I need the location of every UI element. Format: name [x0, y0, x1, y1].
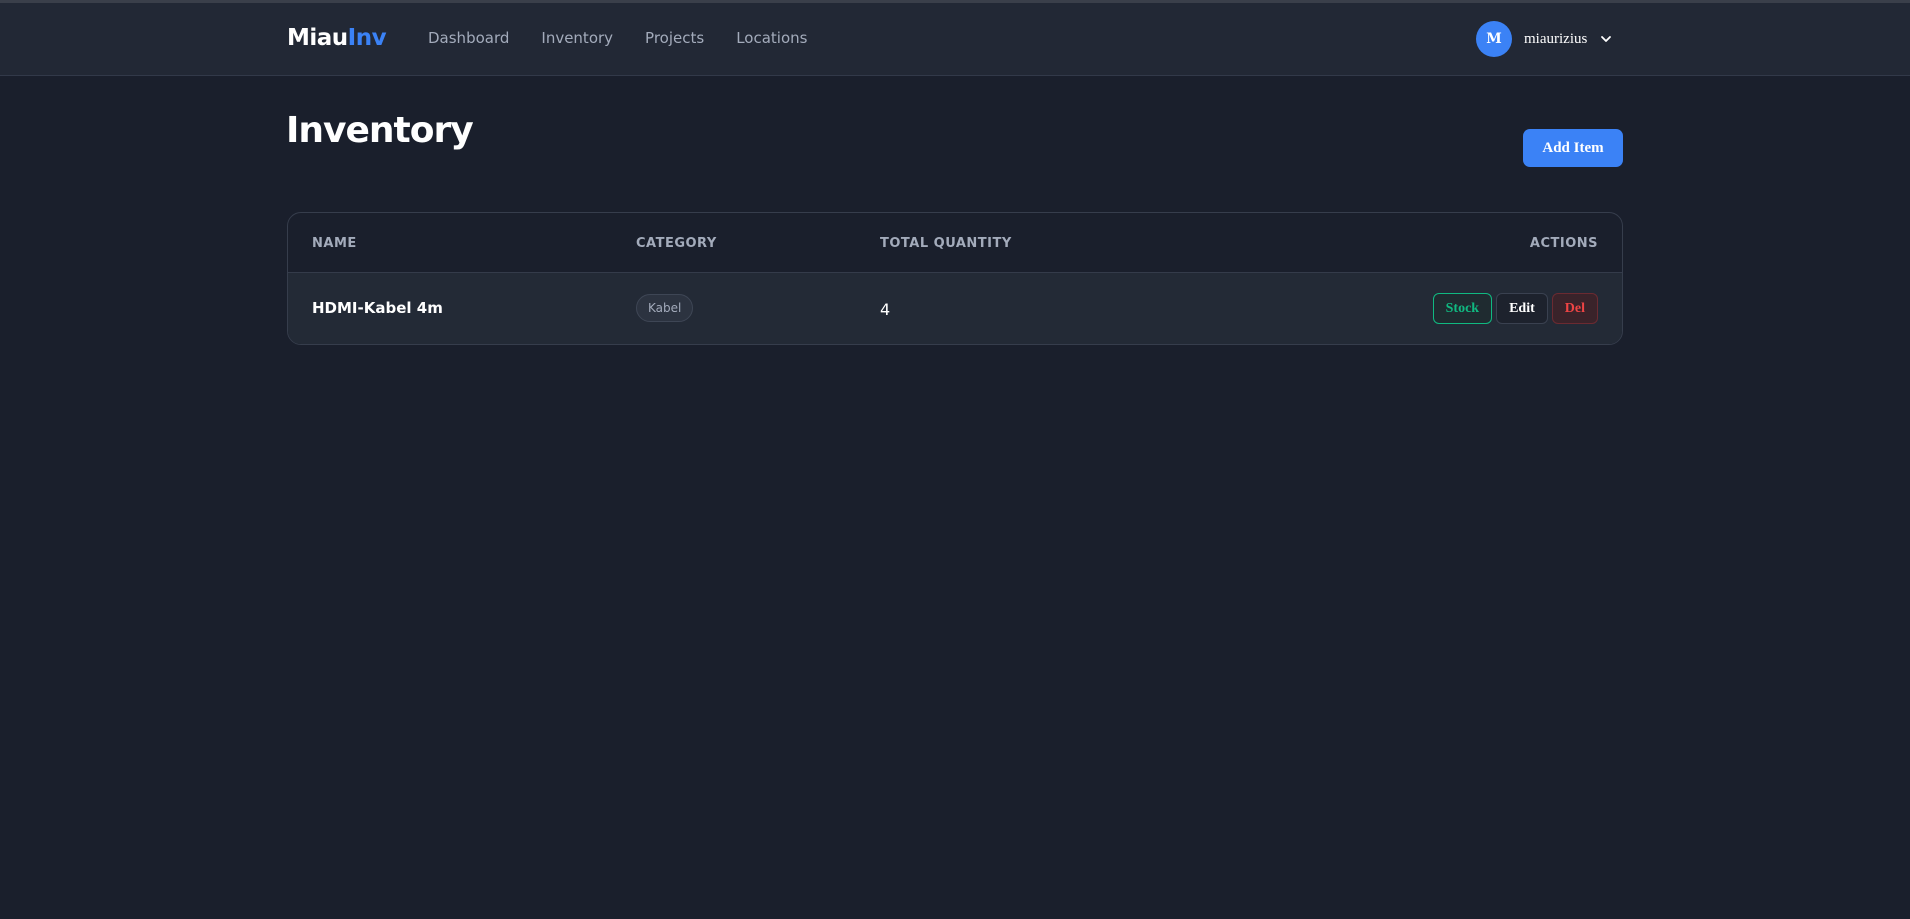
table-header: NAME CATEGORY TOTAL QUANTITY ACTIONS: [288, 213, 1622, 273]
username: miaurizius: [1524, 30, 1588, 47]
add-item-button[interactable]: Add Item: [1523, 129, 1623, 167]
brand-part-1: Miau: [287, 25, 348, 51]
chevron-down-icon: [1599, 32, 1613, 46]
main-nav: Dashboard Inventory Projects Locations: [428, 29, 807, 47]
top-navbar: MiauInv Dashboard Inventory Projects Loc…: [0, 3, 1910, 76]
nav-dashboard[interactable]: Dashboard: [428, 29, 509, 47]
column-header-quantity: TOTAL QUANTITY: [880, 236, 1012, 251]
column-header-actions: ACTIONS: [1529, 236, 1598, 251]
nav-locations[interactable]: Locations: [736, 29, 807, 47]
item-quantity: 4: [880, 300, 891, 319]
page-title: Inventory: [286, 110, 474, 151]
column-header-name: NAME: [312, 236, 357, 251]
category-badge: Kabel: [636, 294, 694, 322]
delete-button[interactable]: Del: [1551, 293, 1598, 324]
brand-logo[interactable]: MiauInv: [287, 25, 387, 51]
row-actions: Stock Edit Del: [1432, 293, 1598, 324]
edit-button[interactable]: Edit: [1496, 293, 1548, 324]
column-header-category: CATEGORY: [636, 236, 717, 251]
brand-part-2: Inv: [347, 25, 387, 51]
inventory-table: NAME CATEGORY TOTAL QUANTITY ACTIONS HDM…: [287, 212, 1623, 345]
nav-inventory[interactable]: Inventory: [541, 29, 613, 47]
avatar: M: [1476, 21, 1512, 57]
table-row: HDMI-Kabel 4m Kabel 4 Stock Edit Del: [288, 273, 1622, 344]
nav-projects[interactable]: Projects: [645, 29, 704, 47]
stock-button[interactable]: Stock: [1432, 293, 1493, 324]
user-menu[interactable]: M miaurizius: [1476, 21, 1613, 57]
item-name: HDMI-Kabel 4m: [312, 299, 443, 317]
